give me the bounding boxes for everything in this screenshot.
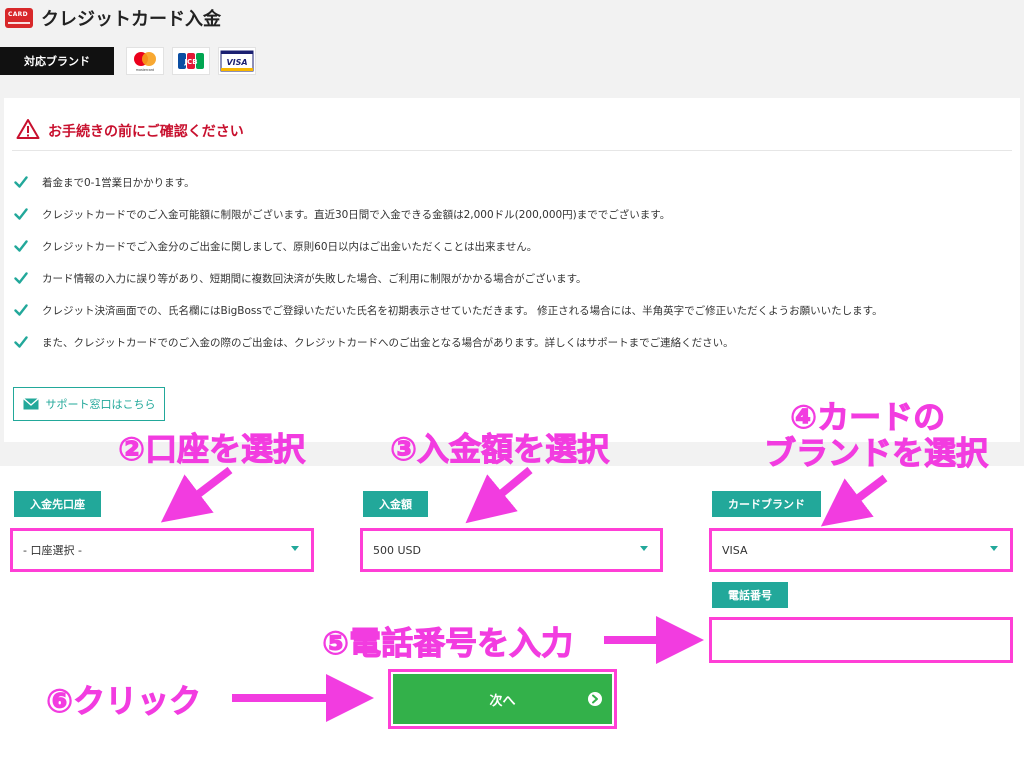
phone-input[interactable] (709, 617, 1013, 663)
support-link-label: サポート窓口はこちら (45, 398, 156, 411)
notice-item: クレジットカードでのご入金可能額に制限がございます。直近30日間で入金できる金額… (14, 198, 883, 230)
notice-item-text: また、クレジットカードでのご入金の際のご出金は、クレジットカードへのご出金となる… (42, 336, 734, 349)
arrow-right-circle-icon (588, 692, 602, 706)
jcb-logo: JCB (172, 47, 210, 75)
visa-logo: VISA (218, 47, 256, 75)
caret-down-icon (640, 546, 648, 551)
notice-item: クレジットカードでご入金分のご出金に関しまして、原則60日以内はご出金いただくこ… (14, 230, 883, 262)
support-link-button[interactable]: サポート窓口はこちら (13, 387, 165, 421)
check-icon (14, 272, 28, 284)
notice-item-text: 着金まで0-1営業日かかります。 (42, 176, 195, 189)
annotation-step3: ③入金額を選択 (389, 430, 610, 469)
check-icon (14, 176, 28, 188)
check-icon (14, 208, 28, 220)
warning-icon (16, 118, 40, 144)
account-select[interactable]: - 口座選択 - (10, 528, 314, 572)
caret-down-icon (291, 546, 299, 551)
next-button-face: 次へ (393, 674, 612, 724)
supported-brands-label: 対応ブランド (0, 47, 114, 75)
svg-text:mastercard: mastercard (136, 68, 154, 72)
svg-text:JCB: JCB (183, 58, 197, 66)
amount-select[interactable]: 500 USD (360, 528, 663, 572)
check-icon (14, 240, 28, 252)
check-icon (14, 336, 28, 348)
credit-card-icon: CARD (5, 8, 33, 28)
notice-list: 着金まで0-1営業日かかります。 クレジットカードでのご入金可能額に制限がござい… (14, 166, 883, 358)
annotation-step2: ②口座を選択 (117, 430, 306, 469)
annotation-step5: ⑤電話番号を入力 (321, 624, 574, 663)
notice-panel: お手続きの前にご確認ください 着金まで0-1営業日かかります。 クレジットカード… (4, 98, 1020, 442)
notice-item: カード情報の入力に誤り等があり、短期間に複数回決済が失敗した場合、ご利用に制限が… (14, 262, 883, 294)
notice-item: クレジット決済画面での、氏名欄にはBigBossでご登録いただいた氏名を初期表示… (14, 294, 883, 326)
page-title: CARD クレジットカード入金 (5, 4, 221, 32)
phone-label: 電話番号 (712, 582, 788, 608)
notice-item-text: クレジットカードでのご入金可能額に制限がございます。直近30日間で入金できる金額… (42, 208, 671, 221)
notice-item-text: カード情報の入力に誤り等があり、短期間に複数回決済が失敗した場合、ご利用に制限が… (42, 272, 587, 285)
next-button[interactable]: 次へ (388, 669, 617, 729)
annotation-step4-line2: ブランドを選択 (763, 434, 989, 473)
account-label: 入金先口座 (14, 491, 101, 517)
next-button-label: 次へ (489, 693, 516, 709)
notice-item-text: クレジット決済画面での、氏名欄にはBigBossでご登録いただいた氏名を初期表示… (42, 304, 883, 317)
card-brand-label: カードブランド (712, 491, 821, 517)
check-icon (14, 304, 28, 316)
notice-item: 着金まで0-1営業日かかります。 (14, 166, 883, 198)
card-brand-select-value: VISA (722, 543, 748, 557)
caret-down-icon (990, 546, 998, 551)
notice-divider (12, 150, 1012, 151)
amount-select-value: 500 USD (373, 543, 421, 557)
notice-heading-text: お手続きの前にご確認ください (48, 124, 244, 140)
notice-heading: お手続きの前にご確認ください (16, 118, 244, 144)
mastercard-logo: mastercard (126, 47, 164, 75)
mail-icon (22, 398, 39, 410)
notice-item-text: クレジットカードでご入金分のご出金に関しまして、原則60日以内はご出金いただくこ… (42, 240, 538, 253)
page-title-text: クレジットカード入金 (41, 9, 221, 30)
supported-brands-row: 対応ブランド mastercard JCB VISA (0, 47, 256, 75)
card-brand-select[interactable]: VISA (709, 528, 1013, 572)
amount-label: 入金額 (363, 491, 428, 517)
annotation-step6: ⑥クリック (45, 682, 202, 721)
notice-item: また、クレジットカードでのご入金の際のご出金は、クレジットカードへのご出金となる… (14, 326, 883, 358)
account-select-value: - 口座選択 - (23, 544, 82, 557)
svg-text:VISA: VISA (226, 58, 247, 67)
